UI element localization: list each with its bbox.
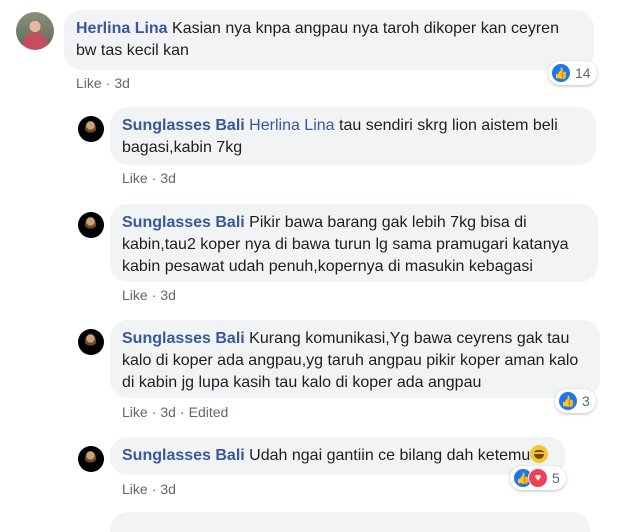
like-link[interactable]: Like — [122, 404, 148, 420]
comment-author[interactable]: Herlina Lina — [76, 20, 168, 37]
edited-label[interactable]: Edited — [189, 404, 229, 420]
reply-meta: Like · 3d — [122, 287, 176, 303]
reply-bubble: Sunglasses Bali Herlina Lina tau sendiri… — [110, 107, 596, 165]
timestamp[interactable]: 3d — [160, 170, 176, 186]
avatar[interactable] — [16, 12, 54, 50]
reply-meta: Like · 3d — [122, 170, 176, 186]
reply-author[interactable]: Sunglasses Bali — [122, 117, 245, 134]
mention-link[interactable]: Herlina Lina — [249, 117, 334, 134]
timestamp[interactable]: 3d — [160, 404, 176, 420]
like-link[interactable]: Like — [76, 75, 102, 91]
avatar[interactable] — [78, 116, 104, 142]
reply-author[interactable]: Sunglasses Bali — [122, 214, 245, 231]
reply-meta: Like · 3d — [122, 481, 176, 497]
reaction-count: 5 — [552, 470, 560, 486]
reply-author[interactable]: Sunglasses Bali — [122, 447, 245, 464]
avatar[interactable] — [78, 446, 104, 472]
reaction-summary[interactable]: 👍 14 — [548, 61, 597, 85]
reply-author[interactable]: Sunglasses Bali — [122, 330, 245, 347]
reaction-summary[interactable]: 👍 3 — [555, 389, 596, 413]
reaction-summary[interactable]: 👍 ♥ 5 — [510, 466, 566, 490]
timestamp[interactable]: 3d — [160, 287, 176, 303]
avatar[interactable] — [78, 329, 104, 355]
grinning-sweat-emoji-icon — [530, 445, 549, 463]
timestamp[interactable]: 3d — [114, 75, 130, 91]
reply-bubble: Sunglasses Bali Udah ngai gantiin ce bil… — [110, 437, 566, 475]
like-link[interactable]: Like — [122, 287, 148, 303]
like-link[interactable]: Like — [122, 481, 148, 497]
timestamp[interactable]: 3d — [160, 481, 176, 497]
reply-text: Udah ngai gantiin ce bilang dah ketemu — [249, 447, 531, 464]
love-reaction-icon: ♥ — [528, 468, 548, 488]
like-link[interactable]: Like — [122, 170, 148, 186]
reaction-count: 14 — [575, 65, 591, 81]
next-reply-bubble — [110, 512, 590, 532]
reply-meta: Like · 3d · Edited — [122, 404, 229, 420]
like-reaction-icon: 👍 — [558, 391, 578, 411]
comment-bubble: Herlina Lina Kasian nya knpa angpau nya … — [64, 10, 594, 70]
reaction-count: 3 — [582, 393, 590, 409]
like-reaction-icon: 👍 — [551, 63, 571, 83]
comment-meta: Like · 3d — [76, 75, 130, 91]
reply-bubble: Sunglasses Bali Kurang komunikasi,Yg baw… — [110, 320, 600, 398]
reply-bubble: Sunglasses Bali Pikir bawa barang gak le… — [110, 204, 598, 282]
avatar[interactable] — [78, 212, 104, 238]
